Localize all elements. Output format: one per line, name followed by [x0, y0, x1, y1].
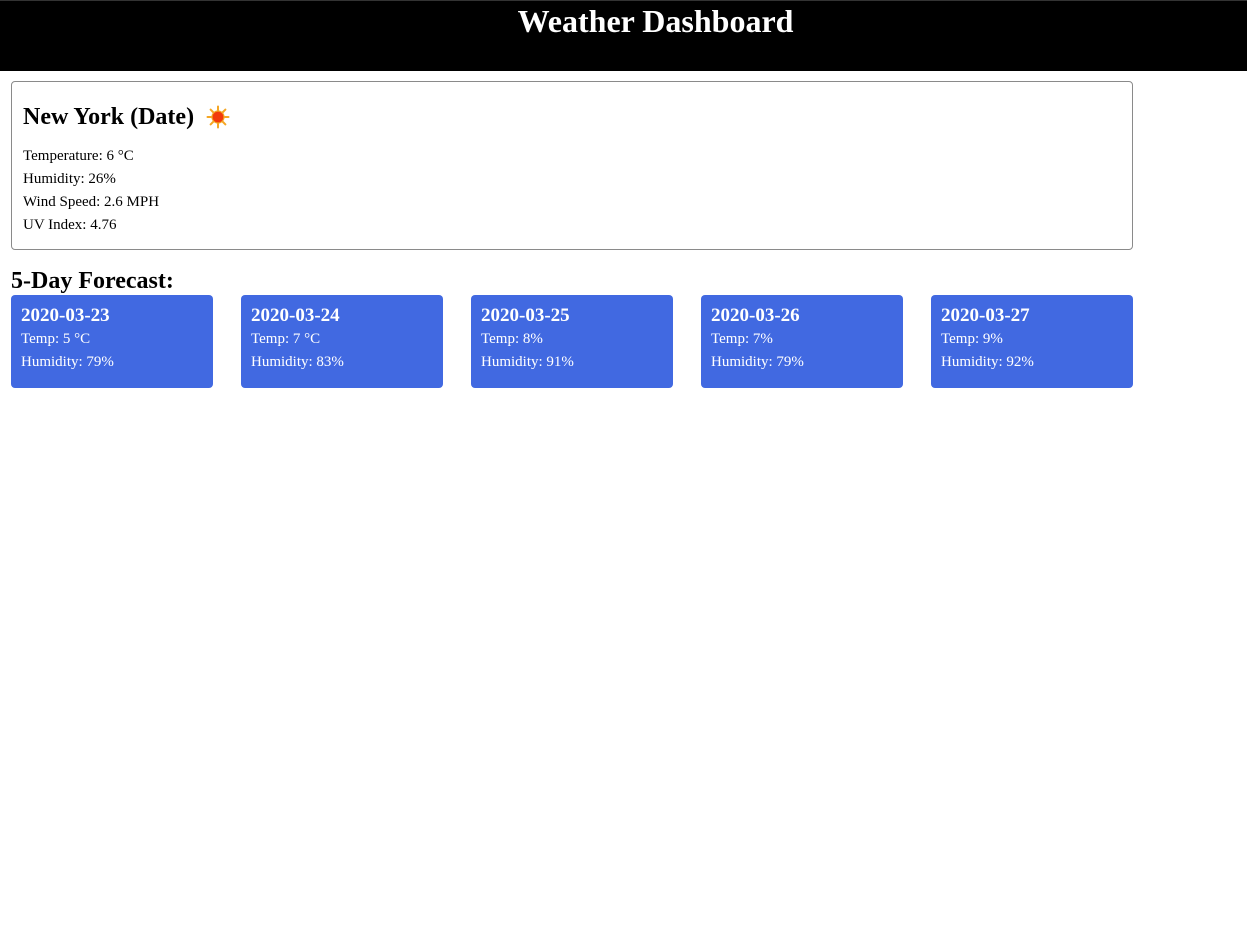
forecast-date: 2020-03-24	[251, 305, 340, 326]
forecast-date: 2020-03-27	[941, 305, 1030, 326]
current-weather-heading: New York (Date)	[23, 102, 230, 132]
page-title: Weather Dashboard	[517, 3, 794, 39]
forecast-temp: Temp: 5 °C	[21, 331, 91, 347]
forecast-date: 2020-03-26	[711, 305, 800, 326]
forecast-humidity: Humidity: 83%	[251, 354, 344, 370]
forecast-card: 2020-03-27 Temp: 9% Humidity: 92%	[931, 295, 1133, 388]
forecast-list: 2020-03-23 Temp: 5 °C Humidity: 79% 2020…	[11, 295, 1133, 388]
forecast-temp: Temp: 7 °C	[251, 331, 321, 347]
forecast-temp: Temp: 8%	[481, 331, 543, 347]
temperature-value: Temperature: 6 °C	[23, 148, 134, 164]
uv-index-value: UV Index: 4.76	[23, 217, 117, 233]
forecast-humidity: Humidity: 79%	[21, 354, 114, 370]
forecast-humidity: Humidity: 79%	[711, 354, 804, 370]
forecast-temp: Temp: 7%	[711, 331, 773, 347]
forecast-card: 2020-03-26 Temp: 7% Humidity: 79%	[701, 295, 903, 388]
forecast-card: 2020-03-24 Temp: 7 °C Humidity: 83%	[241, 295, 443, 388]
forecast-card: 2020-03-25 Temp: 8% Humidity: 91%	[471, 295, 673, 388]
humidity-value: Humidity: 26%	[23, 171, 116, 187]
forecast-date: 2020-03-25	[481, 305, 570, 326]
forecast-temp: Temp: 9%	[941, 331, 1003, 347]
wind-speed-value: Wind Speed: 2.6 MPH	[23, 194, 160, 210]
forecast-title: 5-Day Forecast:	[11, 268, 174, 294]
page-header: Weather Dashboard	[0, 0, 1247, 71]
forecast-card: 2020-03-23 Temp: 5 °C Humidity: 79%	[11, 295, 213, 388]
forecast-date: 2020-03-23	[21, 305, 110, 326]
sun-icon	[206, 105, 230, 129]
current-weather-stats: Temperature: 6 °C Humidity: 26% Wind Spe…	[23, 145, 159, 237]
current-weather-card: New York (Date) Temperature: 6 °C Humidi…	[11, 81, 1133, 250]
forecast-humidity: Humidity: 92%	[941, 354, 1034, 370]
city-date-label: New York (Date)	[23, 104, 195, 130]
forecast-humidity: Humidity: 91%	[481, 354, 574, 370]
